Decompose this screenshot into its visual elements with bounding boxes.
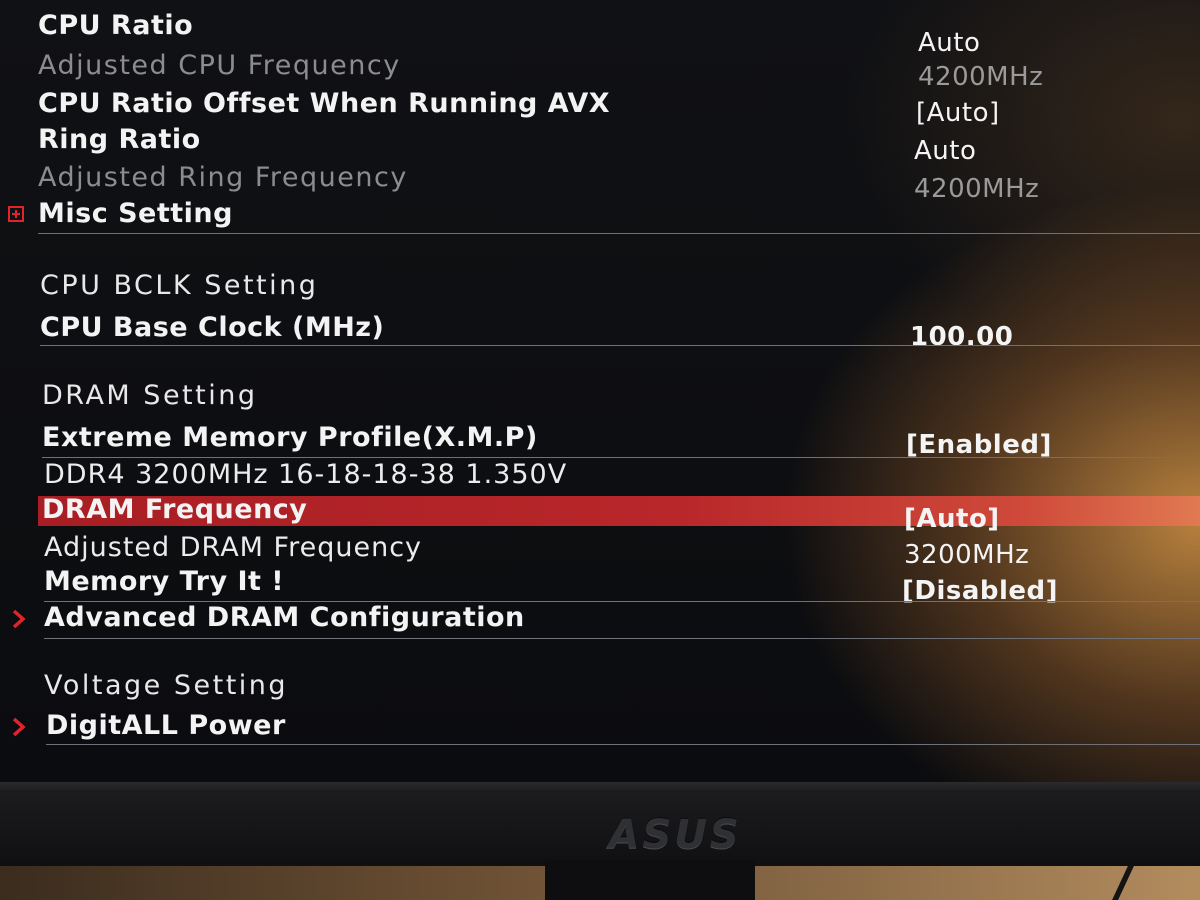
setting-label: Adjusted DRAM Frequency [44, 532, 423, 563]
setting-row-adjusted-cpu-frequency: Adjusted CPU Frequency 4200MHz [0, 48, 1200, 92]
setting-label: DRAM Frequency [42, 494, 308, 525]
bios-screen: CPU Ratio Auto Adjusted CPU Frequency 42… [0, 0, 1200, 790]
setting-label: Adjusted Ring Frequency [38, 162, 408, 193]
section-header-dram: DRAM Setting [0, 378, 1200, 416]
setting-row-memory-try-it[interactable]: Memory Try It ! [Disabled] [0, 564, 1200, 606]
asus-logo: ASUS [608, 812, 742, 858]
setting-label: DigitALL Power [46, 710, 286, 741]
section-title: CPU BCLK Setting [40, 270, 319, 301]
setting-label: Adjusted CPU Frequency [38, 50, 401, 81]
section-header-voltage: Voltage Setting [0, 668, 1200, 706]
setting-label: CPU Base Clock (MHz) [40, 312, 385, 343]
setting-label: Extreme Memory Profile(X.M.P) [42, 422, 538, 453]
setting-label: Misc Setting [38, 198, 233, 229]
setting-row-cpu-ratio[interactable]: CPU Ratio Auto [0, 8, 1200, 58]
setting-label: Advanced DRAM Configuration [44, 602, 525, 633]
submenu-advanced-dram-configuration[interactable]: Advanced DRAM Configuration [0, 600, 1200, 638]
setting-row-misc-setting[interactable]: Misc Setting [0, 196, 1200, 234]
divider [44, 638, 1200, 639]
xmp-profile-info: DDR4 3200MHz 16-18-18-38 1.350V [0, 457, 1200, 495]
section-header-bclk: CPU BCLK Setting [0, 268, 1200, 306]
submenu-arrow-icon [12, 717, 26, 737]
divider [40, 345, 1200, 346]
divider [46, 744, 1200, 745]
setting-row-avx-offset[interactable]: CPU Ratio Offset When Running AVX [Auto] [0, 86, 1200, 128]
setting-row-adjusted-ring-frequency: Adjusted Ring Frequency 4200MHz [0, 160, 1200, 204]
setting-value[interactable]: [Enabled] [906, 430, 1052, 460]
setting-label: CPU Ratio [38, 10, 194, 41]
expand-plus-icon[interactable] [8, 206, 24, 222]
submenu-arrow-icon [12, 609, 26, 629]
setting-row-dram-frequency[interactable]: DRAM Frequency [Auto] [0, 492, 1200, 534]
xmp-info-text: DDR4 3200MHz 16-18-18-38 1.350V [44, 459, 568, 490]
submenu-digitall-power[interactable]: DigitALL Power [0, 708, 1200, 746]
monitor-stand [545, 860, 755, 900]
setting-label: Ring Ratio [38, 124, 201, 155]
section-title: DRAM Setting [42, 380, 258, 411]
setting-label: Memory Try It ! [44, 566, 285, 597]
setting-value[interactable]: 100.00 [910, 322, 1013, 352]
setting-row-adjusted-dram-frequency: Adjusted DRAM Frequency 3200MHz [0, 530, 1200, 570]
divider [38, 233, 1200, 234]
photo-scene: CPU Ratio Auto Adjusted CPU Frequency 42… [0, 0, 1200, 900]
section-title: Voltage Setting [44, 670, 289, 701]
setting-row-cpu-base-clock[interactable]: CPU Base Clock (MHz) 100.00 [0, 310, 1200, 352]
setting-row-xmp[interactable]: Extreme Memory Profile(X.M.P) [Enabled] [0, 420, 1200, 460]
setting-label: CPU Ratio Offset When Running AVX [38, 88, 611, 119]
setting-row-ring-ratio[interactable]: Ring Ratio Auto [0, 122, 1200, 166]
